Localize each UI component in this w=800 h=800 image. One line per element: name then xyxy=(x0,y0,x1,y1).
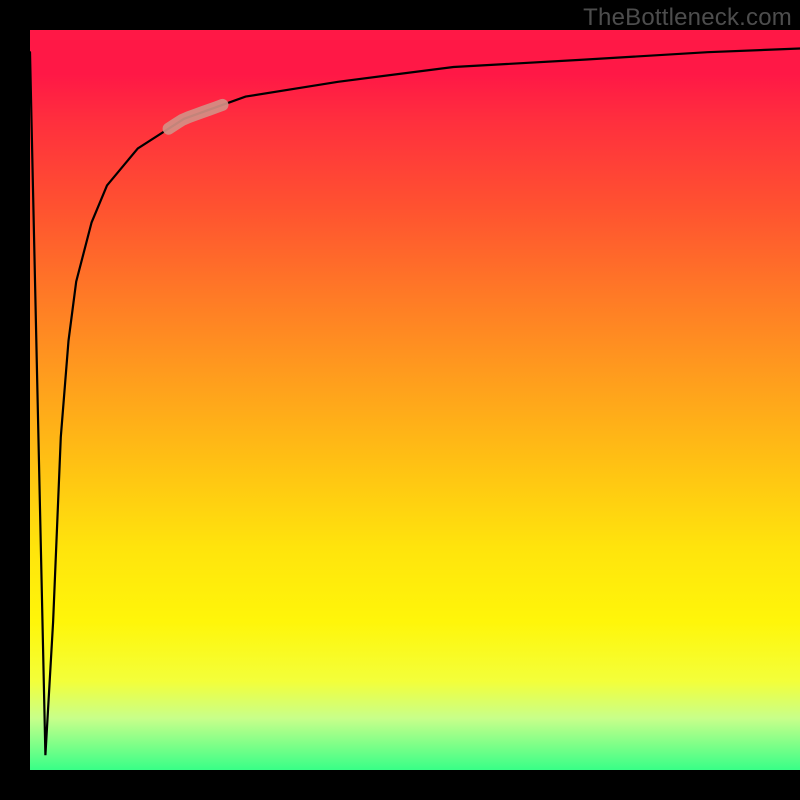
curve-svg xyxy=(30,30,800,770)
bottleneck-curve xyxy=(30,49,800,756)
watermark-text: TheBottleneck.com xyxy=(583,4,792,32)
curve-highlight-marker xyxy=(169,105,223,129)
plot-area xyxy=(30,30,800,770)
stage: TheBottleneck.com xyxy=(0,0,800,800)
